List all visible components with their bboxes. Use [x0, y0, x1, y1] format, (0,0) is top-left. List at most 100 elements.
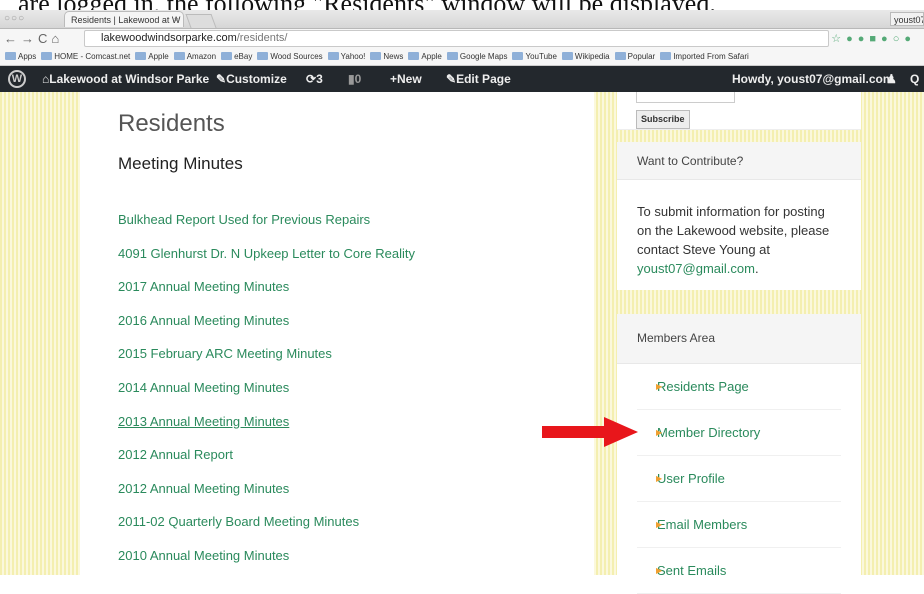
bookmark-label: News: [383, 52, 404, 61]
meeting-minutes-link[interactable]: 2011-02 Quarterly Board Meeting Minutes: [118, 514, 359, 529]
bookmark-folder-icon: [512, 52, 524, 60]
browser-tab-strip: ○○○ Residents | Lakewood at W × youst07: [0, 10, 924, 29]
meeting-minutes-link[interactable]: 2010 Annual Meeting Minutes: [118, 548, 289, 563]
meeting-minutes-link[interactable]: 2012 Annual Report: [118, 447, 233, 462]
bookmark-label: YouTube: [525, 52, 557, 61]
bookmark-folder-icon: [446, 52, 458, 60]
bookmark-folder-icon: [257, 52, 269, 60]
bookmark-label: Apple: [421, 52, 442, 61]
meeting-minutes-link[interactable]: 2017 Annual Meeting Minutes: [118, 279, 289, 294]
bookmark-folder-icon: [327, 52, 339, 60]
members-menu-label: Sent Emails: [657, 563, 727, 578]
meeting-minutes-link[interactable]: 2012 Annual Meeting Minutes: [118, 481, 289, 496]
bookmark-item[interactable]: News: [370, 49, 403, 65]
bookmark-item[interactable]: eBay: [221, 49, 252, 65]
bookmark-item[interactable]: Apps: [5, 49, 36, 65]
subscribe-input[interactable]: [636, 92, 735, 103]
members-menu-item[interactable]: ▶ Member Directory: [637, 410, 841, 456]
subscribe-button[interactable]: Subscribe: [636, 110, 690, 129]
bookmark-label: HOME - Comcast.net: [54, 52, 131, 61]
url-path: /residents/: [236, 32, 288, 44]
bullet-icon: ▶: [656, 520, 663, 529]
contribute-title: Want to Contribute?: [617, 142, 861, 180]
bookmark-folder-icon: [173, 52, 185, 60]
bookmark-folder-icon: [561, 52, 573, 60]
bookmark-folder-icon: [135, 52, 147, 60]
bookmark-item[interactable]: Wikipedia: [561, 49, 610, 65]
bookmark-item[interactable]: Imported From Safari: [660, 49, 749, 65]
bookmark-label: Apps: [18, 52, 37, 61]
meeting-minutes-link[interactable]: 2015 February ARC Meeting Minutes: [118, 346, 332, 361]
admin-howdy[interactable]: Howdy, youst07@gmail.com: [732, 66, 894, 92]
bookmark-item[interactable]: YouTube: [512, 49, 557, 65]
admin-updates[interactable]: ⟳ 3: [306, 66, 323, 92]
window-controls[interactable]: ○○○: [4, 13, 25, 24]
meeting-minutes-link[interactable]: 4091 Glenhurst Dr. N Upkeep Letter to Co…: [118, 246, 415, 261]
members-menu-item[interactable]: ▶ User Profile: [637, 456, 841, 502]
meeting-minutes-link[interactable]: 2016 Annual Meeting Minutes: [118, 313, 289, 328]
admin-edit-page[interactable]: ✎ Edit Page: [446, 66, 511, 92]
bookmark-label: Google Maps: [459, 52, 508, 61]
bookmark-item[interactable]: Wood Sources: [257, 49, 323, 65]
browser-toolbar: ←→C⌂ lakewoodwindsorparke.com/residents/…: [0, 29, 924, 49]
members-menu-label: Member Directory: [657, 425, 761, 440]
page-title: Residents: [118, 110, 225, 137]
tab-title: Residents | Lakewood at W: [71, 15, 181, 25]
bookmarks-bar: Apps HOME - Comcast.net Apple Amazon eBay Woo…: [0, 49, 924, 66]
extension-icons[interactable]: ☆●●■●○●: [831, 32, 916, 45]
contribute-email-link[interactable]: youst07@gmail.com: [637, 261, 755, 276]
members-menu-label: Residents Page: [657, 379, 749, 394]
bookmark-label: Wikipedia: [574, 52, 610, 61]
meeting-minutes-link[interactable]: Bulkhead Report Used for Previous Repair…: [118, 212, 370, 227]
bullet-icon: ▶: [656, 566, 663, 575]
bookmark-folder-icon: [41, 52, 53, 60]
nav-buttons[interactable]: ←→C⌂: [4, 31, 63, 46]
bookmark-folder-icon: [370, 52, 382, 60]
bookmark-folder-icon: [660, 52, 672, 60]
bookmark-item[interactable]: Yahoo!: [327, 49, 366, 65]
contribute-text: To submit information for posting on the…: [617, 180, 861, 290]
section-heading: Meeting Minutes: [118, 154, 243, 173]
search-icon[interactable]: Q: [910, 66, 919, 92]
bookmark-label: Imported From Safari: [673, 52, 749, 61]
bookmark-item[interactable]: Apple: [135, 49, 169, 65]
members-menu-item[interactable]: ▶ Sent Emails: [637, 548, 841, 594]
members-menu-item[interactable]: ▶ Email Members: [637, 502, 841, 548]
members-menu-label: Email Members: [657, 517, 748, 532]
bullet-icon: ▶: [656, 428, 663, 437]
admin-customize[interactable]: ✎ Customize: [216, 66, 287, 92]
user-avatar-icon[interactable]: ♟: [886, 66, 897, 92]
profile-tab[interactable]: youst07: [890, 12, 924, 26]
new-tab-button[interactable]: [185, 14, 217, 28]
members-menu: ▶ Residents Page ▶ Member Directory ▶ User Pr…: [617, 364, 861, 594]
bookmark-label: Yahoo!: [340, 52, 366, 61]
admin-site-name[interactable]: ⌂ Lakewood at Windsor Parke: [42, 66, 209, 92]
bookmark-folder-icon: [221, 52, 233, 60]
bookmark-item[interactable]: Google Maps: [446, 49, 508, 65]
bookmark-folder-icon: [408, 52, 420, 60]
bookmark-item[interactable]: HOME - Comcast.net: [41, 49, 130, 65]
admin-comments[interactable]: ▮ 0: [348, 66, 361, 92]
browser-tab[interactable]: Residents | Lakewood at W ×: [64, 11, 184, 27]
members-menu-label: User Profile: [657, 471, 725, 486]
bookmark-item[interactable]: Apple: [408, 49, 442, 65]
red-arrow-annotation: [542, 417, 638, 447]
meeting-minutes-link[interactable]: 2014 Annual Meeting Minutes: [118, 380, 289, 395]
meeting-minutes-link[interactable]: 2013 Annual Meeting Minutes: [118, 414, 289, 429]
wordpress-logo-icon[interactable]: W: [8, 70, 26, 88]
members-menu-item[interactable]: ▶ Residents Page: [637, 364, 841, 410]
bullet-icon: ▶: [656, 474, 663, 483]
wp-admin-bar: W ⌂ Lakewood at Windsor Parke ✎ Customiz…: [0, 66, 924, 92]
bookmark-folder-icon: [614, 52, 626, 60]
bookmark-item[interactable]: Amazon: [173, 49, 217, 65]
tab-close-icon[interactable]: ×: [174, 12, 179, 28]
admin-new[interactable]: + New: [390, 66, 422, 92]
address-bar[interactable]: lakewoodwindsorparke.com/residents/: [84, 30, 829, 47]
bookmark-item[interactable]: Popular: [614, 49, 656, 65]
members-title: Members Area: [617, 314, 861, 364]
bullet-icon: ▶: [656, 382, 663, 391]
main-content: Residents Meeting Minutes Bulkhead Repor…: [80, 92, 594, 575]
bookmark-label: Amazon: [186, 52, 217, 61]
bookmark-label: Apple: [148, 52, 169, 61]
bookmark-label: Popular: [627, 52, 656, 61]
